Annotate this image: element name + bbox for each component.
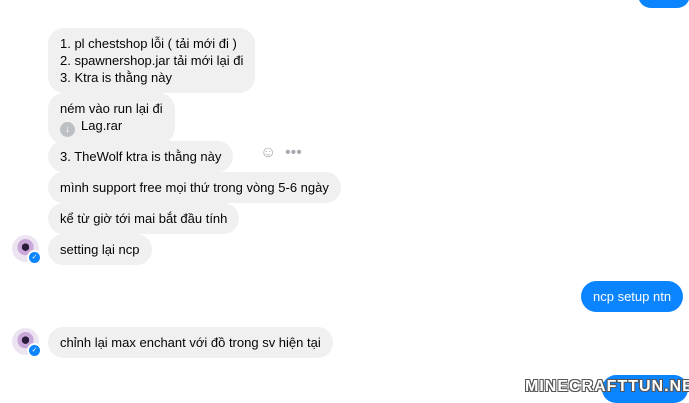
message-text: mình support free mọi thứ trong vòng 5-6… [60, 180, 329, 195]
file-attachment[interactable]: ↓ Lag.rar [60, 117, 163, 137]
message-text: setting lại ncp [60, 242, 140, 257]
avatar[interactable]: ✓ [12, 328, 42, 358]
message-text: kể từ giờ tới mai bắt đầu tính [60, 211, 228, 226]
attachment-name: Lag.rar [81, 118, 123, 133]
sent-message-bubble: ncp setup ntn [581, 281, 684, 312]
messenger-badge-icon: ✓ [27, 343, 42, 358]
avatar[interactable]: ✓ [12, 235, 42, 265]
message-text: ncp setup ntn [593, 289, 672, 304]
message-text: chỉnh lại max enchant với đồ trong sv hi… [60, 335, 321, 350]
message-line: ném vào run lại đi [60, 101, 163, 116]
more-icon[interactable]: ••• [285, 144, 302, 162]
messenger-badge-icon: ✓ [27, 250, 42, 265]
message-line: 1. pl chestshop lỗi ( tải mới đi ) [60, 36, 237, 51]
message-bubble: ném vào run lại đi ↓ Lag.rar [48, 93, 175, 144]
sent-bubble-partial [638, 0, 689, 8]
message-bubble: 3. TheWolf ktra is thằng này [48, 141, 234, 172]
message-line: 2. spawnershop.jar tải mới lại đi [60, 53, 244, 68]
message-bubble: 1. pl chestshop lỗi ( tải mới đi ) 2. sp… [48, 28, 256, 93]
message-text: 3. TheWolf ktra is thằng này [60, 149, 222, 164]
watermark: MINECRAFTTUN.NET [525, 378, 689, 395]
download-icon: ↓ [60, 122, 75, 137]
message-bubble: kể từ giờ tới mai bắt đầu tính [48, 203, 240, 234]
message-bubble: mình support free mọi thứ trong vòng 5-6… [48, 172, 341, 203]
message-bubble: setting lại ncp [48, 234, 152, 265]
message-line: 3. Ktra is thằng này [60, 70, 173, 85]
message-bubble: chỉnh lại max enchant với đồ trong sv hi… [48, 327, 333, 358]
smile-icon[interactable]: ☺ [260, 144, 276, 162]
